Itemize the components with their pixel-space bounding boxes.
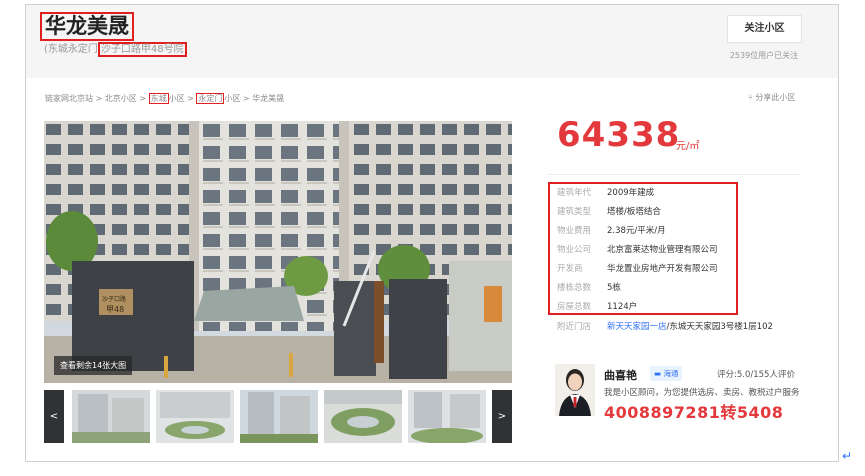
info-row-property-company: 物业公司 北京富莱达物业管理有限公司 — [557, 244, 718, 256]
info-value: 1124户 — [607, 302, 638, 312]
info-value: 2.38元/平米/月 — [607, 226, 666, 236]
community-address: (东城永定门 沙子口路甲48号院 — [44, 42, 187, 57]
info-row-fee: 物业费用 2.38元/平米/月 — [557, 225, 666, 237]
info-row-nearby-store: 附近门店 新天天家园一店/东城天天家园3号楼1层102 — [557, 321, 773, 333]
agent-rating: 评分:5.0/155人评价 — [717, 370, 795, 380]
chat-button[interactable]: ▬ 海通 — [650, 366, 683, 381]
info-value: 塔楼/板塔结合 — [607, 207, 661, 217]
info-value: 北京富莱达物业管理有限公司 — [607, 245, 718, 255]
info-value: 5栋 — [607, 283, 621, 293]
address-text: 沙子口路甲48号院 — [97, 42, 187, 57]
nearby-store-link[interactable]: 新天天家园一店 — [607, 322, 667, 332]
info-row-type: 建筑类型 塔楼/板塔结合 — [557, 206, 661, 218]
info-row-developer: 开发商 华龙置业房地产开发有限公司 — [557, 263, 718, 275]
breadcrumb-district[interactable]: 东城 — [148, 93, 169, 104]
thumbnail-prev-button[interactable]: < — [44, 390, 64, 443]
info-label: 建筑类型 — [557, 207, 592, 217]
info-row-year: 建筑年代 2009年建成 — [557, 187, 654, 199]
price-unit: 元/㎡ — [676, 141, 700, 152]
thumbnail-strip: < > — [44, 390, 512, 443]
breadcrumb: 链家网北京站 > 北京小区 > 东城 小区 > 永定门 小区 > 华龙美晟 — [45, 93, 284, 105]
info-label: 建筑年代 — [557, 188, 592, 198]
follow-button[interactable]: 关注小区 — [727, 15, 802, 43]
info-label: 开发商 — [557, 264, 583, 274]
breadcrumb-part[interactable]: 链家网北京站 > 北京小区 > — [45, 94, 149, 103]
share-icon: ⑂ — [748, 93, 753, 102]
district-prefix: (东城永定门 — [44, 44, 98, 55]
breadcrumb-part[interactable]: 小区 > 华龙美晟 — [224, 94, 284, 103]
return-arrow-icon: ↵ — [842, 449, 853, 463]
view-more-photos-button[interactable]: 查看剩余14张大图 — [54, 356, 133, 375]
thumbnail-image[interactable] — [408, 390, 486, 443]
chat-icon: ▬ — [654, 369, 662, 378]
thumbnail-image[interactable] — [324, 390, 402, 443]
info-label: 楼栋总数 — [557, 283, 592, 293]
price-divider — [548, 174, 800, 175]
info-label: 物业公司 — [557, 245, 592, 255]
agent-description: 我是小区顾问，为您提供选房、卖房、教税过户服务 — [604, 388, 800, 398]
breadcrumb-area[interactable]: 永定门 — [196, 93, 225, 104]
info-label: 房屋总数 — [557, 302, 592, 312]
thumbnail-image[interactable] — [72, 390, 150, 443]
chat-label: 海通 — [663, 369, 679, 378]
info-row-buildings: 楼栋总数 5栋 — [557, 282, 621, 294]
info-row-households: 房屋总数 1124户 — [557, 301, 637, 313]
svg-text:沙子口路: 沙子口路 — [102, 295, 126, 303]
info-value: 华龙置业房地产开发有限公司 — [607, 264, 718, 274]
breadcrumb-part[interactable]: 小区 > — [169, 94, 197, 103]
agent-avatar[interactable] — [555, 364, 595, 416]
share-link[interactable]: ⑂ 分享此小区 — [748, 92, 795, 103]
building-photo-image: 沙子口路 甲48 — [44, 121, 512, 383]
average-price: 64338 — [557, 115, 681, 155]
info-value: 2009年建成 — [607, 188, 655, 198]
agent-phone: 4008897281转5408 — [604, 403, 784, 422]
info-label: 物业费用 — [557, 226, 592, 236]
agent-name[interactable]: 曲喜艳 — [604, 367, 637, 383]
nearby-store-address: /东城天天家园3号楼1层102 — [666, 322, 773, 332]
follow-count: 2539位用户已关注 — [729, 51, 799, 60]
share-label: 分享此小区 — [755, 93, 796, 102]
thumbnail-image[interactable] — [240, 390, 318, 443]
thumbnail-image[interactable] — [156, 390, 234, 443]
thumbnail-next-button[interactable]: > — [492, 390, 512, 443]
svg-text:甲48: 甲48 — [106, 305, 124, 314]
community-title: 华龙美晟 — [40, 12, 134, 41]
info-label: 附近门店 — [557, 322, 592, 332]
main-photo[interactable]: 沙子口路 甲48 查看剩余14张大图 — [44, 121, 512, 383]
